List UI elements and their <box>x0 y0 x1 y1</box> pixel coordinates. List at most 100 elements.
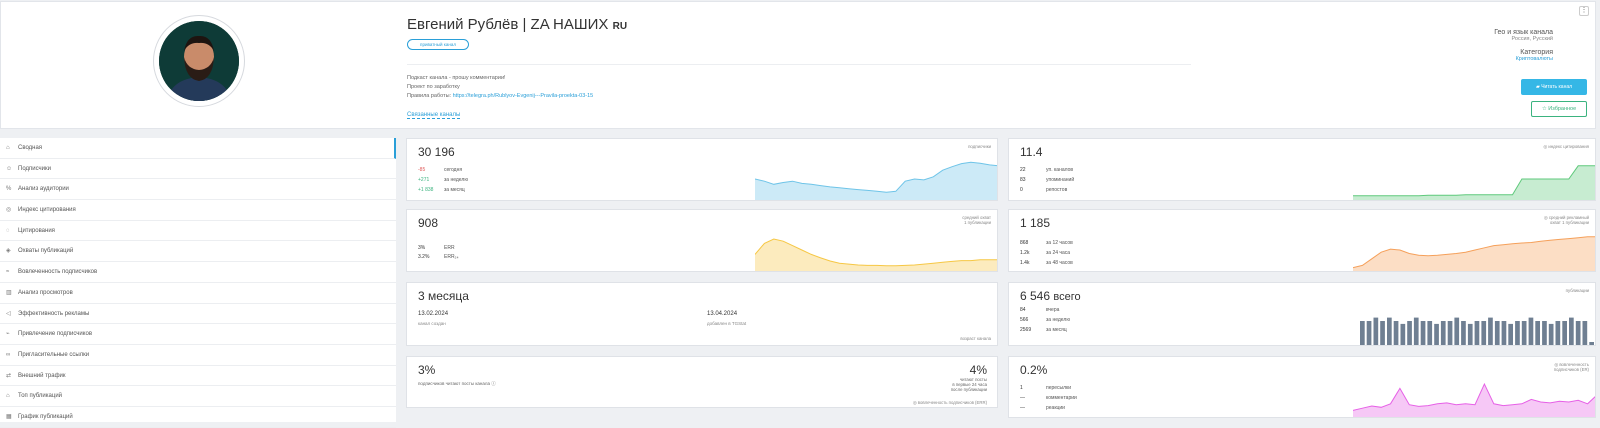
average-reach-value: 908 <box>418 216 439 230</box>
private-channel-badge: приватный канал <box>407 39 469 50</box>
subscribers-month: +1 838 за месяц <box>418 187 465 193</box>
more-menu-icon[interactable]: ⋮ <box>1579 6 1589 16</box>
trend-icon: ⌁ <box>6 331 10 338</box>
sidebar-item[interactable]: % Анализ аудитории <box>0 179 396 201</box>
posts-bar <box>1434 323 1439 345</box>
citation-channels: 22 уп. каналов <box>1020 167 1074 173</box>
added-date: 13.04.2024 <box>707 311 738 317</box>
sidebar-item[interactable]: ⇄ Внешний трафик <box>0 366 396 387</box>
posts-bar <box>1569 317 1574 345</box>
posts-bar <box>1582 321 1588 345</box>
er-forwards: 1 пересылки <box>1020 385 1072 391</box>
subscribers-count: 30 196 <box>418 145 455 159</box>
info-icon[interactable]: ⓘ <box>491 381 496 386</box>
geo-block: Гео и язык канала Россия, Русский <box>1494 29 1553 42</box>
favorite-button[interactable]: ☆ Избранное <box>1531 101 1587 117</box>
created-label: канал создан <box>418 321 446 326</box>
category-link[interactable]: Криптовалюты <box>1516 56 1553 62</box>
sidebar-item-label: Анализ просмотров <box>18 289 73 296</box>
sidebar-item-label: Охваты публикаций <box>18 248 74 255</box>
posts-bar <box>1575 321 1581 345</box>
posts-bar <box>1400 323 1406 345</box>
posts-bar <box>1413 317 1419 345</box>
arrows-icon: ⇄ <box>6 372 12 379</box>
posts-month: 2569 за месяц <box>1020 327 1067 333</box>
posts-bar <box>1515 321 1520 345</box>
description-line: Проект по заработку <box>407 84 460 90</box>
category-block: Категория Криптовалюты <box>1516 49 1553 62</box>
channel-age-caption: возраст канала <box>960 336 991 341</box>
sparkline-area <box>1353 236 1595 271</box>
posts-bar <box>1562 321 1567 345</box>
link-icon: ∞ <box>6 351 11 358</box>
channel-age-card[interactable]: 3 месяца 13.02.2024 канал создан 13.04.2… <box>406 282 998 346</box>
channel-header: Евгений Рублёв | ZA НАШИХ RU приватный к… <box>0 1 1596 129</box>
posts-card[interactable]: 6 546 всего публикации 84 вчера 566 за нед… <box>1008 282 1596 346</box>
sidebar-item[interactable]: ▥ Анализ просмотров <box>0 283 396 304</box>
posts-bar <box>1387 317 1392 345</box>
posts-bar <box>1555 321 1561 345</box>
avatar <box>153 15 245 107</box>
sidebar-item-label: Пригласительные ссылки <box>18 351 90 358</box>
ad-reach-48h: 1.4k за 48 часов <box>1020 260 1073 266</box>
sidebar-nav: ⌂ Сводная ☺ Подписчики% Анализ аудитории ◎ Инд… <box>0 138 396 428</box>
rules-link[interactable]: https://telegra.ph/Rublyov-Evgenij---Pra… <box>453 93 594 99</box>
posts-bar <box>1589 342 1594 345</box>
citation-reposts: 0 репостов <box>1020 187 1068 193</box>
citation-index-caption: ◎ индекс цитирования <box>1543 144 1589 149</box>
sidebar-item[interactable]: ◈ Охваты публикаций <box>0 241 396 263</box>
sidebar-item[interactable]: ⌂ Топ публикаций <box>0 386 396 407</box>
posts-bar <box>1373 317 1379 345</box>
ad-reach-card[interactable]: 1 185 ◎ средний рекламный охват 1 публика… <box>1008 209 1596 272</box>
er-comments: — комментарии <box>1020 395 1077 401</box>
top-icon: ⌂ <box>6 393 10 400</box>
calendar-icon: ▦ <box>6 413 12 420</box>
sidebar-item[interactable]: ≈ Вовлеченность подписчиков <box>0 262 396 283</box>
sidebar-item[interactable]: ◌ Цитирования <box>0 221 396 242</box>
sidebar-item[interactable]: ⌂ Сводная <box>0 138 396 159</box>
home-icon: ⌂ <box>6 145 10 151</box>
ad-reach-24h: 1.2k за 24 часа <box>1020 250 1071 256</box>
sidebar-item-label: Индекс цитирования <box>18 207 76 214</box>
engagement-card[interactable]: 3% подписчиков читают посты канала ⓘ 4% … <box>406 356 998 408</box>
posts-bar <box>1535 321 1540 345</box>
average-reach-card[interactable]: 908 средний охват 1 публикации 3% ERR 3.2%… <box>406 209 998 272</box>
posts-bar <box>1467 323 1473 345</box>
posts-bar <box>1366 321 1372 345</box>
citation-index-card[interactable]: 11.4 ◎ индекс цитирования 22 уп. каналов … <box>1008 138 1596 201</box>
linked-channels-link[interactable]: Связанные каналы <box>407 112 461 119</box>
posts-bar <box>1481 321 1487 345</box>
subscribers-card[interactable]: 30 196 подписчики -85 сегодня +271 за неде… <box>406 138 998 201</box>
err24-value: 3.2% ERR₂₄ <box>418 254 459 260</box>
sidebar-item-label: Эффективность рекламы <box>18 310 90 317</box>
sidebar-item[interactable]: ☺ Подписчики <box>0 159 396 180</box>
sidebar-item[interactable]: ▦ График публикаций <box>0 407 396 428</box>
subscribers-today: -85 сегодня <box>418 167 463 173</box>
posts-bar <box>1440 321 1446 345</box>
description-rules: Правила работы: https://telegra.ph/Rubly… <box>407 93 594 99</box>
er-card[interactable]: 0.2% ◎ вовлеченность подписчиков (ER) 1 пе… <box>1008 356 1596 418</box>
wifi-icon: ≈ <box>6 269 10 276</box>
sidebar-item[interactable]: ◎ Индекс цитирования <box>0 200 396 221</box>
posts-bar <box>1542 321 1547 345</box>
posts-bar <box>1420 321 1426 345</box>
posts-bar <box>1454 317 1460 345</box>
reach-sparkline <box>755 238 997 271</box>
sidebar-item[interactable]: ∞ Пригласительные ссылки <box>0 345 396 366</box>
sidebar-item-label: Топ публикаций <box>18 393 63 400</box>
megaphone-icon: ◁ <box>6 310 11 317</box>
posts-bar <box>1360 321 1365 345</box>
read-channel-button[interactable]: ▰ Читать канал <box>1521 79 1587 95</box>
ad-reach-value: 1 185 <box>1020 216 1051 230</box>
subscribers-sparkline <box>755 161 997 200</box>
sidebar-item[interactable]: ◁ Эффективность рекламы <box>0 304 396 325</box>
sidebar-item[interactable]: ⌁ Привлечение подписчиков <box>0 324 396 345</box>
language-tag: RU <box>612 21 628 32</box>
posts-bar <box>1447 321 1453 345</box>
sidebar-item-label: Вовлеченность подписчиков <box>18 269 98 276</box>
engagement-24h-caption: читают посты в первые 24 часа после публик… <box>950 377 987 392</box>
posts-bar <box>1474 321 1480 345</box>
sidebar-item-label: Сводная <box>18 145 43 151</box>
posts-bar <box>1521 321 1527 345</box>
bar-chart-icon: ▥ <box>6 289 12 296</box>
